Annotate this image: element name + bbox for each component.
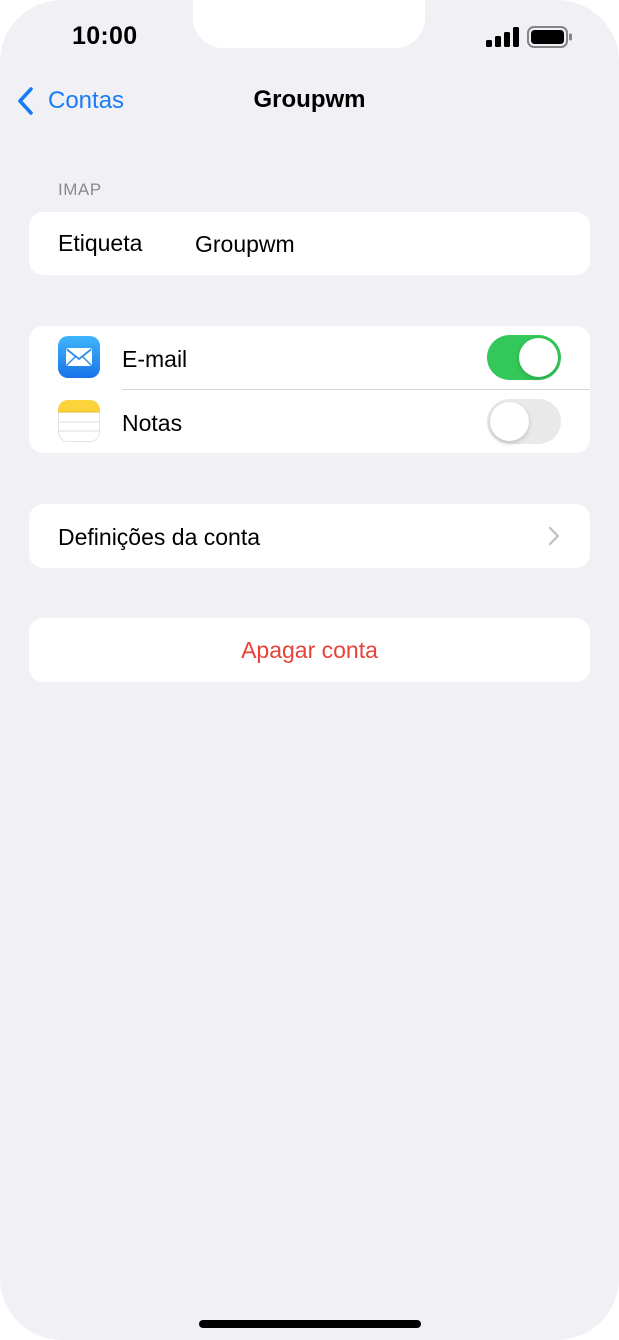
- account-settings-row[interactable]: Definições da conta: [29, 504, 590, 568]
- home-indicator[interactable]: [199, 1320, 421, 1328]
- chevron-right-icon: [548, 526, 560, 546]
- page-title: Groupwm: [253, 86, 366, 113]
- notes-app-icon: [58, 400, 100, 442]
- services-card: E-mail Notas: [29, 326, 590, 453]
- delete-account-button[interactable]: Apagar conta: [29, 618, 590, 682]
- label-field-card: Etiqueta Groupwm: [29, 212, 590, 275]
- email-toggle[interactable]: [487, 335, 561, 380]
- service-label-email: E-mail: [122, 346, 188, 372]
- battery-icon: [527, 26, 572, 48]
- section-header-imap: IMAP: [58, 180, 102, 199]
- delete-account-label: Apagar conta: [241, 637, 378, 663]
- mail-app-icon: [58, 336, 100, 378]
- phone-screen: 10:00 Contas Groupwm IMAP Etiqueta Group…: [0, 0, 619, 1340]
- camera-notch: [193, 0, 425, 48]
- status-time: 10:00: [72, 22, 138, 50]
- label-field-input[interactable]: Groupwm: [195, 231, 295, 258]
- service-label-notes: Notas: [122, 410, 183, 436]
- row-divider: [122, 389, 590, 390]
- account-settings-label: Definições da conta: [58, 524, 261, 550]
- label-field-label: Etiqueta: [58, 230, 143, 256]
- cellular-signal-icon: [486, 27, 519, 47]
- notes-toggle[interactable]: [487, 399, 561, 444]
